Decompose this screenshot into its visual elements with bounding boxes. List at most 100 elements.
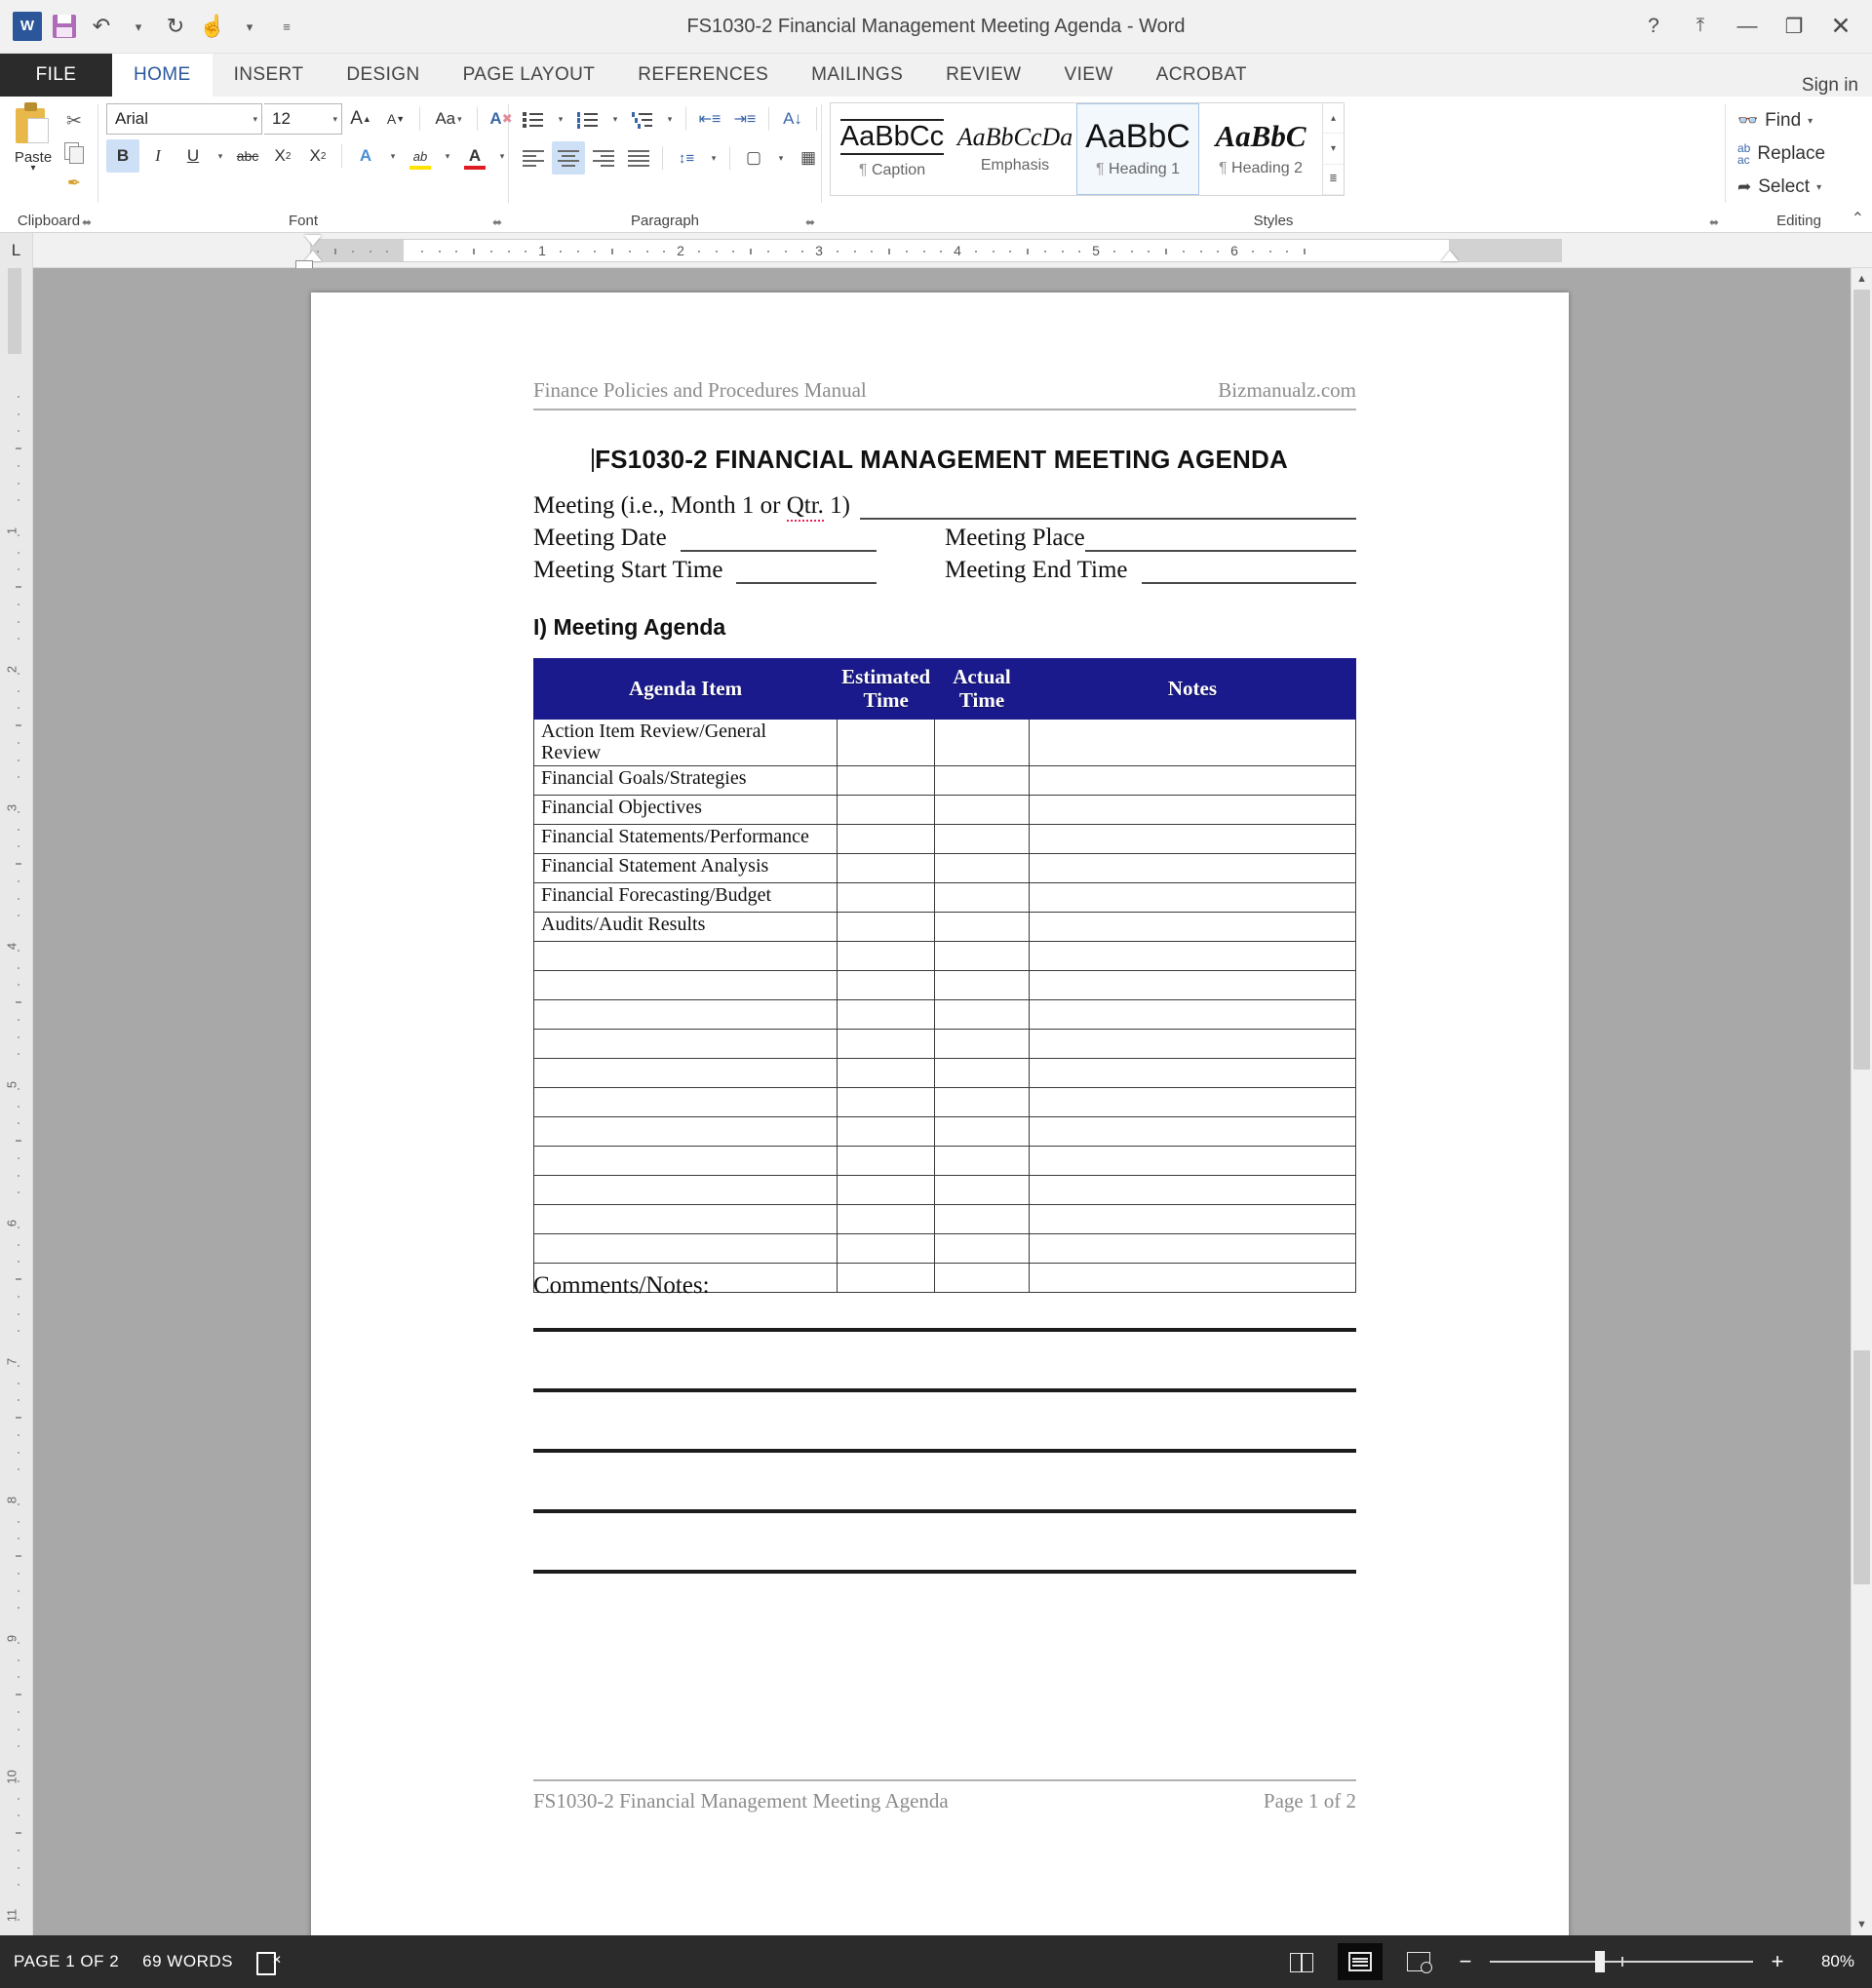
collapse-ribbon-icon[interactable]: ⌃ xyxy=(1852,209,1864,228)
scroll-down-icon[interactable]: ▼ xyxy=(1852,1914,1872,1935)
word-app-icon[interactable]: W xyxy=(10,9,45,44)
font-size-caret-icon[interactable]: ▾ xyxy=(332,114,337,125)
ribbon-display-options-icon[interactable]: ⤒ xyxy=(1677,4,1724,49)
table-row[interactable] xyxy=(532,1232,1357,1264)
table-cell-actual[interactable] xyxy=(934,1203,1030,1234)
decrease-indent-button[interactable]: ⇤≡ xyxy=(693,102,726,136)
table-cell-estimated[interactable] xyxy=(837,969,936,1000)
table-cell-item[interactable] xyxy=(532,1057,838,1088)
tab-home[interactable]: HOME xyxy=(112,54,213,97)
table-row[interactable] xyxy=(532,940,1357,971)
subscript-button[interactable]: X2 xyxy=(266,139,299,173)
vertical-ruler[interactable]: 1 2 3 4 5 6 7 8 9 10 11 xyxy=(0,268,33,1935)
table-cell-notes[interactable] xyxy=(1028,794,1357,825)
table-cell-notes[interactable] xyxy=(1028,1262,1357,1293)
table-cell-item[interactable] xyxy=(532,1232,838,1264)
strikethrough-button[interactable]: abc xyxy=(231,139,264,173)
align-left-button[interactable] xyxy=(517,141,550,175)
highlight-caret-icon[interactable]: ▾ xyxy=(439,139,456,173)
table-cell-actual[interactable] xyxy=(934,1174,1030,1205)
underline-button[interactable]: U xyxy=(176,139,210,173)
table-row[interactable] xyxy=(532,969,1357,1000)
table-cell-notes[interactable] xyxy=(1028,1145,1357,1176)
select-button[interactable]: ➦ Select ▾ xyxy=(1734,171,1821,204)
table-cell-notes[interactable] xyxy=(1028,940,1357,971)
save-icon[interactable] xyxy=(47,9,82,44)
text-effects-button[interactable]: A xyxy=(349,139,382,173)
table-cell-actual[interactable] xyxy=(934,1115,1030,1147)
right-indent-marker[interactable] xyxy=(1441,251,1459,261)
bullets-button[interactable] xyxy=(517,102,550,136)
table-cell-actual[interactable] xyxy=(934,794,1030,825)
borders-button[interactable]: ▦ xyxy=(792,141,825,175)
undo-icon[interactable]: ↶ xyxy=(84,9,119,44)
tab-file[interactable]: FILE xyxy=(0,54,112,97)
field-blank[interactable] xyxy=(859,496,1356,520)
close-icon[interactable]: ✕ xyxy=(1817,4,1864,49)
table-cell-estimated[interactable] xyxy=(837,911,936,942)
grow-font-button[interactable]: A ▲ xyxy=(344,102,377,136)
sort-button[interactable]: A↓ xyxy=(776,102,809,136)
restore-icon[interactable]: ❐ xyxy=(1771,4,1817,49)
table-cell-actual[interactable] xyxy=(934,1057,1030,1088)
comment-line[interactable] xyxy=(533,1328,1356,1332)
table-row[interactable]: Financial Statements/Performance xyxy=(532,823,1357,854)
help-icon[interactable]: ? xyxy=(1630,4,1677,49)
field-meeting[interactable]: Meeting (i.e., Month 1 or Qtr. 1) xyxy=(533,492,1356,522)
table-cell-item[interactable] xyxy=(532,969,838,1000)
select-caret-icon[interactable]: ▾ xyxy=(1816,182,1821,193)
style-emphasis[interactable]: AaBbCcDa Emphasis xyxy=(954,103,1076,195)
line-spacing-caret-icon[interactable]: ▾ xyxy=(705,141,722,175)
styles-dialog-launcher-icon[interactable]: ⬌ xyxy=(1709,215,1719,229)
page-count-status[interactable]: PAGE 1 OF 2 xyxy=(14,1952,119,1971)
table-cell-estimated[interactable] xyxy=(837,1174,936,1205)
table-cell-item[interactable] xyxy=(532,1115,838,1147)
zoom-level[interactable]: 80% xyxy=(1802,1952,1854,1971)
paste-button[interactable]: Paste ▾ xyxy=(8,102,58,174)
clipboard-dialog-launcher-icon[interactable]: ⬌ xyxy=(82,215,92,229)
table-cell-estimated[interactable] xyxy=(837,764,936,796)
style-caption[interactable]: AaBbCc ¶ Caption xyxy=(831,103,954,195)
field-meeting-date[interactable]: Meeting Date xyxy=(533,525,945,552)
change-case-button[interactable]: Aa ▾ xyxy=(427,102,470,136)
field-meeting-start-time[interactable]: Meeting Start Time xyxy=(533,557,945,584)
table-row[interactable] xyxy=(532,1174,1357,1205)
styles-more-icon[interactable]: ≣ xyxy=(1323,165,1344,195)
customize-quick-access-icon[interactable]: ≡ xyxy=(269,9,304,44)
align-center-button[interactable] xyxy=(552,141,585,175)
text-highlight-button[interactable]: ab xyxy=(404,139,437,173)
shading-button[interactable]: ▢ xyxy=(737,141,770,175)
table-row[interactable]: Audits/Audit Results xyxy=(532,911,1357,942)
table-cell-notes[interactable] xyxy=(1028,911,1357,942)
horizontal-ruler[interactable]: L 1 2 3 4 5 6 xyxy=(0,233,1872,269)
web-layout-button[interactable] xyxy=(1396,1943,1441,1980)
table-cell-notes[interactable] xyxy=(1028,1174,1357,1205)
table-cell-estimated[interactable] xyxy=(837,852,936,883)
table-cell-actual[interactable] xyxy=(934,719,1030,766)
table-cell-notes[interactable] xyxy=(1028,823,1357,854)
table-cell-estimated[interactable] xyxy=(837,1115,936,1147)
replace-button[interactable]: ab ac Replace xyxy=(1734,137,1825,171)
table-cell-actual[interactable] xyxy=(934,1232,1030,1264)
tab-review[interactable]: REVIEW xyxy=(924,54,1042,97)
table-cell-estimated[interactable] xyxy=(837,1203,936,1234)
table-cell-actual[interactable] xyxy=(934,823,1030,854)
table-row[interactable]: Financial Goals/Strategies xyxy=(532,764,1357,796)
table-cell-item[interactable]: Audits/Audit Results xyxy=(532,911,838,942)
table-cell-item[interactable]: Financial Forecasting/Budget xyxy=(532,881,838,913)
tab-references[interactable]: REFERENCES xyxy=(616,54,790,97)
table-cell-item[interactable]: Financial Goals/Strategies xyxy=(532,764,838,796)
zoom-slider[interactable] xyxy=(1490,1951,1753,1972)
table-row[interactable] xyxy=(532,998,1357,1030)
table-row[interactable] xyxy=(532,1203,1357,1234)
shrink-font-button[interactable]: A ▼ xyxy=(379,102,412,136)
table-cell-estimated[interactable] xyxy=(837,940,936,971)
table-cell-notes[interactable] xyxy=(1028,719,1357,766)
increase-indent-button[interactable]: ⇥≡ xyxy=(728,102,761,136)
table-cell-actual[interactable] xyxy=(934,911,1030,942)
table-cell-actual[interactable] xyxy=(934,881,1030,913)
bullets-caret-icon[interactable]: ▾ xyxy=(552,102,569,136)
justify-button[interactable] xyxy=(622,141,655,175)
cut-button[interactable]: ✂ xyxy=(58,106,90,136)
multilevel-caret-icon[interactable]: ▾ xyxy=(661,102,679,136)
